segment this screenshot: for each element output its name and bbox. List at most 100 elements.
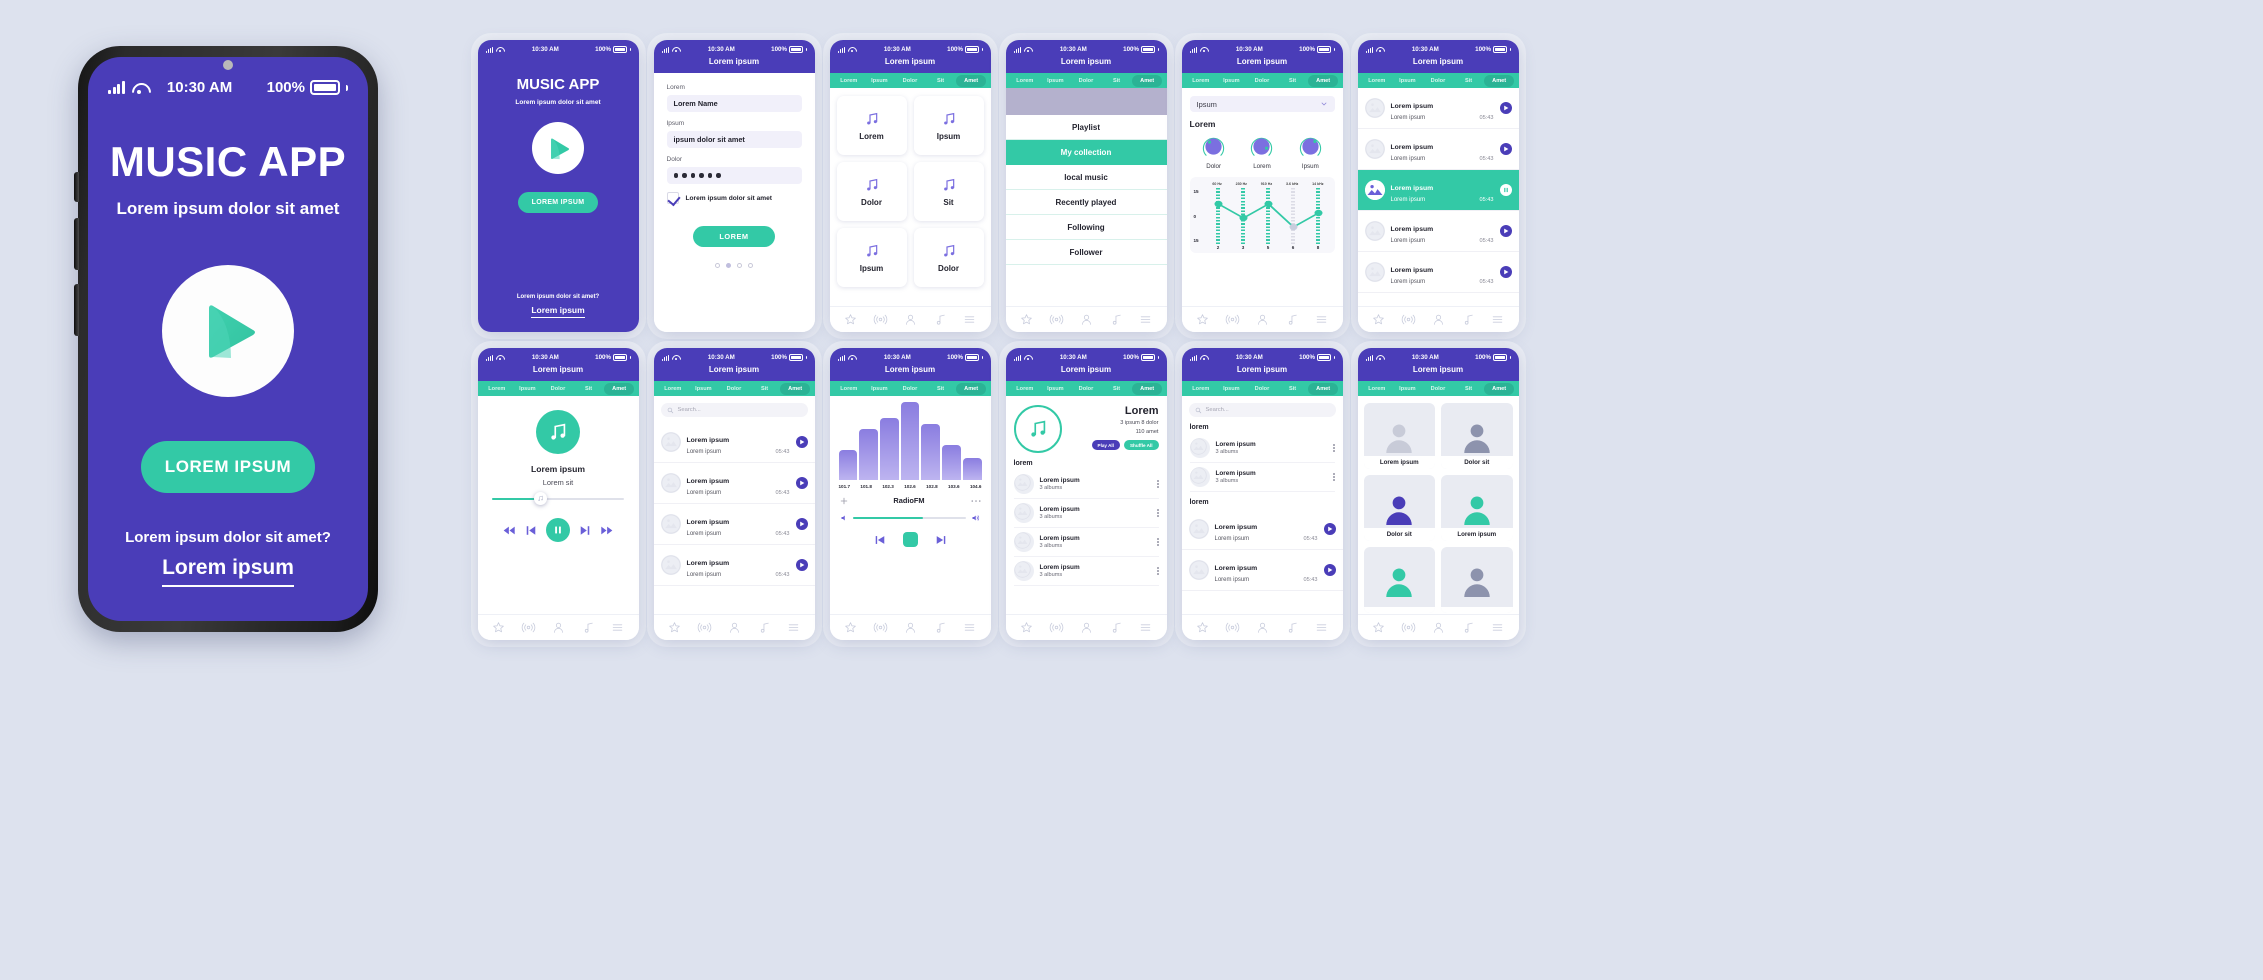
tab-ipsum[interactable]: Ipsum — [512, 386, 543, 392]
person-icon[interactable] — [1432, 313, 1445, 326]
play-button[interactable] — [795, 518, 808, 530]
artist-card[interactable]: Dolor sit — [1363, 475, 1435, 541]
broadcast-icon[interactable] — [1401, 621, 1416, 634]
tab-dolor[interactable]: Dolor — [1071, 386, 1102, 392]
music-note-icon[interactable] — [934, 313, 947, 326]
play-button[interactable] — [1499, 143, 1512, 155]
play-button-large[interactable] — [532, 122, 584, 174]
tab-lorem[interactable]: Lorem — [834, 78, 865, 84]
submit-button[interactable]: LOREM — [693, 226, 775, 247]
music-note-icon[interactable] — [1110, 313, 1123, 326]
next-icon[interactable] — [936, 535, 946, 545]
track-row[interactable]: Lorem ipsum Lorem ipsum 05:43 — [653, 422, 815, 463]
album-row[interactable]: Lorem ipsum 3 albums — [1013, 499, 1159, 528]
music-note-icon[interactable] — [582, 621, 595, 634]
artist-card[interactable]: Lorem ipsum — [1441, 475, 1513, 541]
overflow-icon[interactable] — [1332, 472, 1335, 482]
overflow-icon[interactable] — [1156, 566, 1159, 576]
tab-sit[interactable]: Sit — [1101, 78, 1132, 84]
album-row[interactable]: Lorem ipsum 3 albums — [1189, 434, 1335, 463]
play-button[interactable] — [1499, 102, 1512, 114]
phone-button-volume-down[interactable] — [74, 284, 79, 336]
menu-item-follower[interactable]: Follower — [1005, 240, 1167, 265]
progress-handle[interactable] — [534, 492, 548, 505]
track-row[interactable]: Lorem ipsum Lorem ipsum 05:43 — [1357, 88, 1519, 129]
password-field[interactable] — [666, 167, 802, 184]
music-note-icon[interactable] — [1462, 313, 1475, 326]
artist-card[interactable] — [1363, 547, 1435, 613]
track-row[interactable]: Lorem ipsum Lorem ipsum 05:43 — [1357, 129, 1519, 170]
overflow-icon[interactable] — [1156, 479, 1159, 489]
tab-ipsum[interactable]: Ipsum — [1040, 78, 1071, 84]
menu-icon[interactable] — [787, 621, 800, 634]
person-icon[interactable] — [552, 621, 565, 634]
star-icon[interactable] — [492, 621, 505, 634]
tab-lorem[interactable]: Lorem — [482, 386, 513, 392]
track-row[interactable]: Lorem ipsum Lorem ipsum 05:43 — [1181, 550, 1343, 591]
play-button[interactable] — [795, 436, 808, 448]
star-icon[interactable] — [1372, 313, 1385, 326]
tab-ipsum[interactable]: Ipsum — [1392, 78, 1423, 84]
tab-sit[interactable]: Sit — [1453, 386, 1484, 392]
play-button[interactable] — [795, 477, 808, 489]
play-button[interactable] — [1323, 523, 1336, 535]
music-note-icon[interactable] — [1286, 621, 1299, 634]
play-button[interactable] — [1499, 225, 1512, 237]
next-icon[interactable] — [580, 525, 590, 536]
genre-card[interactable]: Dolor — [913, 228, 984, 287]
pager-dot[interactable] — [748, 263, 753, 268]
tab-dolor[interactable]: Dolor — [719, 386, 750, 392]
broadcast-icon[interactable] — [1225, 313, 1240, 326]
person-icon[interactable] — [904, 313, 917, 326]
artist-card[interactable]: Lorem ipsum — [1363, 403, 1435, 469]
cta-button[interactable]: LOREM IPSUM — [141, 441, 315, 493]
star-icon[interactable] — [1020, 621, 1033, 634]
tab-amet[interactable]: Amet — [955, 382, 987, 395]
tab-dolor[interactable]: Dolor — [1423, 78, 1454, 84]
artist-card[interactable]: Dolor sit — [1441, 403, 1513, 469]
person-icon[interactable] — [1256, 621, 1269, 634]
tab-amet[interactable]: Amet — [1131, 74, 1163, 87]
music-note-icon[interactable] — [1286, 313, 1299, 326]
tab-lorem[interactable]: Lorem — [1362, 386, 1393, 392]
overflow-icon[interactable] — [1332, 443, 1335, 453]
tab-amet[interactable]: Amet — [1307, 74, 1339, 87]
album-row[interactable]: Lorem ipsum 3 albums — [1013, 557, 1159, 586]
play-button[interactable] — [1499, 266, 1512, 278]
footer-link[interactable]: Lorem ipsum — [162, 556, 294, 587]
tab-ipsum[interactable]: Ipsum — [688, 386, 719, 392]
tab-ipsum[interactable]: Ipsum — [1040, 386, 1071, 392]
search-input[interactable]: Search... — [1188, 403, 1336, 417]
tab-sit[interactable]: Sit — [925, 78, 956, 84]
track-row[interactable]: Lorem ipsum Lorem ipsum 05:43 — [1357, 252, 1519, 293]
pause-button[interactable] — [1499, 184, 1512, 196]
broadcast-icon[interactable] — [697, 621, 712, 634]
broadcast-icon[interactable] — [1225, 621, 1240, 634]
knob-ipsum[interactable]: Ipsum — [1297, 133, 1324, 170]
volume-low-icon[interactable] — [840, 514, 848, 522]
shuffle-all-button[interactable]: Shuffle All — [1123, 440, 1159, 450]
track-row[interactable]: Lorem ipsum Lorem ipsum 05:43 — [653, 545, 815, 586]
tab-dolor[interactable]: Dolor — [543, 386, 574, 392]
tab-amet[interactable]: Amet — [779, 382, 811, 395]
artist-card[interactable] — [1441, 547, 1513, 613]
star-icon[interactable] — [668, 621, 681, 634]
tab-sit[interactable]: Sit — [1453, 78, 1484, 84]
fastforward-icon[interactable] — [600, 525, 613, 536]
tab-amet[interactable]: Amet — [955, 74, 987, 87]
menu-item-my-collection[interactable]: My collection — [1005, 140, 1167, 165]
person-icon[interactable] — [728, 621, 741, 634]
pager-dot[interactable] — [715, 263, 720, 268]
star-icon[interactable] — [1372, 621, 1385, 634]
tab-lorem[interactable]: Lorem — [1010, 78, 1041, 84]
volume-slider[interactable] — [836, 514, 985, 522]
menu-icon[interactable] — [1315, 621, 1328, 634]
overflow-icon[interactable] — [1156, 537, 1159, 547]
pager-dot[interactable] — [737, 263, 742, 268]
checkbox-icon[interactable] — [666, 192, 679, 204]
menu-item-local-music[interactable]: local music — [1005, 165, 1167, 190]
person-icon[interactable] — [904, 621, 917, 634]
tab-dolor[interactable]: Dolor — [1071, 78, 1102, 84]
track-row-active[interactable]: Lorem ipsum Lorem ipsum 05:43 — [1357, 170, 1519, 211]
broadcast-icon[interactable] — [521, 621, 536, 634]
